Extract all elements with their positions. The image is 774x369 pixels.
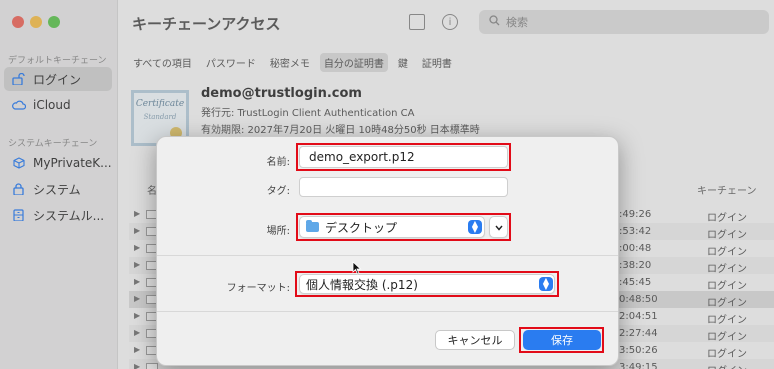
- tag-input[interactable]: [299, 177, 508, 197]
- divider: [157, 311, 618, 312]
- location-stepper-icon: ▲ ▼: [468, 220, 482, 234]
- location-label: 場所:: [266, 226, 290, 237]
- name-label: 名前:: [266, 157, 290, 168]
- mouse-cursor-icon: [352, 261, 362, 278]
- location-value: デスクトップ: [325, 220, 398, 235]
- format-popup[interactable]: 個人情報交換 (.p12): [299, 274, 555, 294]
- filename-input[interactable]: demo_export.p12: [299, 146, 508, 168]
- folder-icon: [306, 220, 319, 232]
- cancel-button[interactable]: キャンセル: [435, 330, 515, 350]
- divider: [157, 255, 618, 256]
- expand-dialog-button[interactable]: [489, 216, 508, 238]
- tag-label: タグ:: [266, 186, 290, 197]
- location-popup[interactable]: デスクトップ: [299, 216, 485, 238]
- chevron-down-icon: [494, 220, 503, 234]
- export-dialog: 名前: demo_export.p12 タグ: 場所: デスクトップ ▲ ▼ フォ…: [156, 136, 619, 366]
- save-button[interactable]: 保存: [523, 330, 601, 350]
- format-label: フォーマット:: [226, 283, 290, 294]
- format-value: 個人情報交換 (.p12): [306, 277, 418, 292]
- format-stepper-icon: ▲ ▼: [539, 277, 553, 291]
